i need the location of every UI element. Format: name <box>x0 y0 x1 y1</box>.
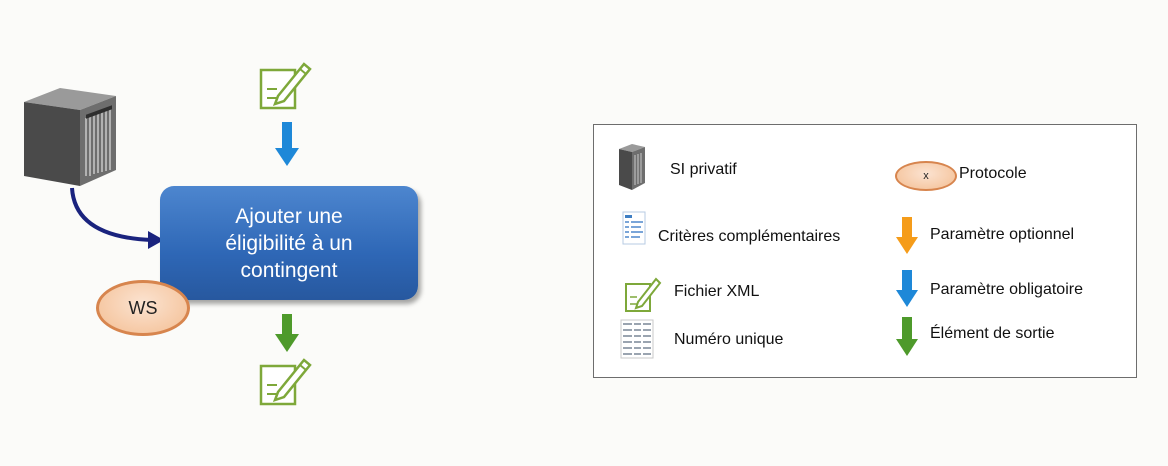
optional-parameter-arrow-icon <box>896 217 918 254</box>
legend-element-de-sortie: Élément de sortie <box>930 325 1055 342</box>
unique-number-table-icon <box>620 319 654 359</box>
process-box: Ajouter une éligibilité à un contingent <box>160 186 418 300</box>
legend-fichier-xml: Fichier XML <box>674 283 760 300</box>
server-legend-icon <box>619 144 645 190</box>
server-connector-arrow <box>70 187 164 249</box>
xml-file-legend-icon <box>625 277 662 312</box>
mandatory-parameter-arrow <box>275 122 299 166</box>
process-label-line3: contingent <box>240 258 338 282</box>
output-element-arrow <box>275 314 299 352</box>
ws-protocol-label: WS <box>128 297 158 318</box>
process-label: Ajouter une éligibilité à un contingent <box>225 203 352 284</box>
legend-parametre-obligatoire: Paramètre obligatoire <box>930 281 1083 298</box>
xml-file-input-icon <box>259 62 312 110</box>
output-element-arrow-icon <box>896 317 918 356</box>
process-label-line2: éligibilité à un <box>225 231 353 255</box>
legend-protocole: Protocole <box>959 165 1027 182</box>
server-icon <box>24 88 116 186</box>
ws-protocol-badge: WS <box>96 280 190 336</box>
protocol-legend-symbol: x <box>923 170 929 182</box>
protocol-legend-oval: x <box>895 161 957 191</box>
legend-si-privatif: SI privatif <box>670 161 737 178</box>
criteria-document-icon <box>622 211 646 245</box>
xml-file-output-icon <box>259 358 312 406</box>
legend-parametre-optionnel: Paramètre optionnel <box>930 226 1075 243</box>
legend-box: SI privatif x Protocole Critères complém… <box>593 124 1137 378</box>
legend-numero-unique: Numéro unique <box>674 331 784 348</box>
process-label-line1: Ajouter une <box>235 204 343 228</box>
mandatory-parameter-arrow-icon <box>896 270 918 307</box>
legend-criteres-complementaires: Critères complémentaires <box>658 228 841 245</box>
